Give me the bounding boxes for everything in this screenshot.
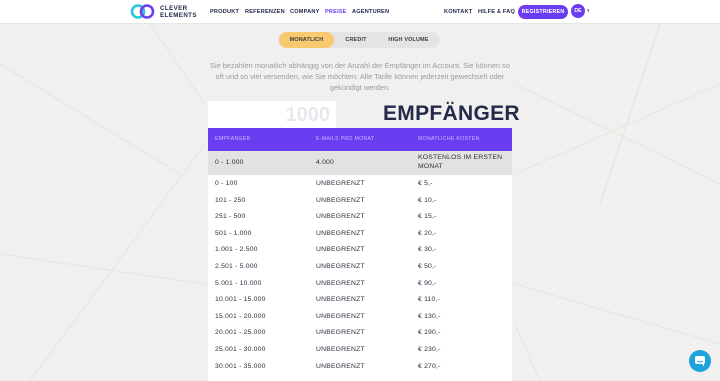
table-row: 501 - 1.000 UNBEGRENZT € 20,- bbox=[208, 225, 512, 242]
table-cell: UNBEGRENZT bbox=[316, 362, 365, 370]
table-cell: 1.001 - 2.500 bbox=[215, 246, 258, 254]
table-cell: € 110,- bbox=[418, 296, 441, 304]
logo-line-2: ELEMENTS bbox=[160, 11, 197, 19]
table-cell: € 270,- bbox=[418, 362, 441, 370]
recipient-count-input[interactable]: 1000 bbox=[208, 101, 336, 129]
nav-preise[interactable]: PREISE bbox=[325, 9, 347, 15]
table-cell: 2.501 - 5.000 bbox=[215, 262, 258, 270]
language-button[interactable]: DE bbox=[571, 4, 585, 18]
table-row: 0 - 100 UNBEGRENZT € 5,- bbox=[208, 175, 512, 192]
nav-kontakt[interactable]: KONTAKT bbox=[444, 9, 472, 15]
table-row: 20.001 - 25.000 UNBEGRENZT € 190,- bbox=[208, 324, 512, 341]
table-cell: 251 - 500 bbox=[215, 213, 246, 221]
top-navbar: CLEVER ELEMENTS PRODUKT REFERENZEN COMPA… bbox=[0, 0, 720, 24]
table-cell: € 190,- bbox=[418, 329, 441, 337]
table-cell: 10.001 - 15.000 bbox=[215, 296, 266, 304]
table-row: 251 - 500 UNBEGRENZT € 15,- bbox=[208, 208, 512, 225]
table-cell: € 5,- bbox=[418, 180, 433, 187]
tab-monatlich[interactable]: MONATLICH bbox=[279, 32, 334, 48]
register-button[interactable]: REGISTRIEREN bbox=[518, 5, 568, 19]
table-cell: 5.001 - 10.000 bbox=[215, 279, 262, 287]
nav-agenturen[interactable]: AGENTUREN bbox=[352, 9, 389, 15]
header-kosten: MONATLICHE KOSTEN bbox=[418, 136, 480, 142]
table-cell: UNBEGRENZT bbox=[316, 345, 365, 353]
chat-icon bbox=[695, 356, 705, 367]
table-cell: UNBEGRENZT bbox=[316, 329, 365, 337]
table-row: 2.501 - 5.000 UNBEGRENZT € 50,- bbox=[208, 258, 512, 275]
table-row: 101 - 250 UNBEGRENZT € 10,- bbox=[208, 192, 512, 209]
nav-hilfe-faq[interactable]: HILFE & FAQ bbox=[478, 9, 515, 15]
logo[interactable]: CLEVER ELEMENTS bbox=[130, 3, 197, 20]
tab-high-volume[interactable]: HIGH VOLUME bbox=[378, 32, 439, 48]
recipient-label: EMPFÄNGER bbox=[383, 102, 520, 125]
table-cell: € 20,- bbox=[418, 229, 437, 237]
table-cell: UNBEGRENZT bbox=[316, 279, 365, 287]
table-header: EMPFÄNGER E-MAILS PRO MONAT MONATLICHE K… bbox=[208, 128, 512, 151]
table-cell: € 15,- bbox=[418, 213, 437, 221]
nav-produkt[interactable]: PRODUKT bbox=[210, 9, 239, 15]
tab-credit[interactable]: CREDIT bbox=[334, 32, 378, 48]
table-cell: € 30,- bbox=[418, 246, 437, 254]
table-cell: UNBEGRENZT bbox=[316, 213, 365, 221]
table-cell: 4.000 bbox=[316, 159, 335, 166]
pricing-table: EMPFÄNGER E-MAILS PRO MONAT MONATLICHE K… bbox=[208, 128, 512, 381]
table-cell: KOSTENLOS IM ERSTEN MONAT bbox=[418, 154, 503, 170]
intro-text: Sie bezahlen monatlich abhängig von der … bbox=[210, 61, 510, 92]
table-cell: € 10,- bbox=[418, 196, 437, 204]
table-row: 1.001 - 2.500 UNBEGRENZT € 30,- bbox=[208, 241, 512, 258]
nav-company[interactable]: COMPANY bbox=[290, 9, 320, 15]
table-cell: 101 - 250 bbox=[215, 196, 246, 204]
table-cell: UNBEGRENZT bbox=[316, 229, 365, 237]
table-cell: € 230,- bbox=[418, 345, 441, 353]
table-cell: 15.001 - 20.000 bbox=[215, 312, 266, 320]
table-cell: UNBEGRENZT bbox=[316, 246, 365, 254]
table-row: 25.001 - 30.000 UNBEGRENZT € 230,- bbox=[208, 341, 512, 358]
table-cell: € 90,- bbox=[418, 279, 437, 287]
table-cell: UNBEGRENZT bbox=[316, 296, 365, 304]
clever-elements-logo-icon bbox=[130, 4, 155, 19]
chat-button[interactable] bbox=[689, 350, 711, 372]
pricing-mode-toggle: MONATLICH CREDIT HIGH VOLUME bbox=[278, 32, 440, 48]
nav-referenzen[interactable]: REFERENZEN bbox=[245, 9, 285, 15]
table-row: 15.001 - 20.000 UNBEGRENZT € 130,- bbox=[208, 308, 512, 325]
header-empfaenger: EMPFÄNGER bbox=[215, 136, 251, 142]
table-cell: 0 - 1.000 bbox=[215, 159, 244, 166]
table-cell: 501 - 1.000 bbox=[215, 229, 252, 237]
table-cell: € 50,- bbox=[418, 262, 437, 270]
table-cell: 20.001 - 25.000 bbox=[215, 329, 266, 337]
table-cell: UNBEGRENZT bbox=[316, 180, 365, 187]
table-cell: UNBEGRENZT bbox=[316, 312, 365, 320]
chevron-down-icon[interactable]: ▾ bbox=[587, 8, 590, 14]
table-cell: UNBEGRENZT bbox=[316, 196, 365, 204]
table-row: 10.001 - 15.000 UNBEGRENZT € 110,- bbox=[208, 291, 512, 308]
table-row: 30.001 - 35.000 UNBEGRENZT € 270,- bbox=[208, 358, 512, 375]
table-cell: 0 - 100 bbox=[215, 180, 238, 187]
table-cell: 25.001 - 30.000 bbox=[215, 345, 266, 353]
table-cell: UNBEGRENZT bbox=[316, 262, 365, 270]
table-row-highlight: 0 - 1.000 4.000 KOSTENLOS IM ERSTEN MONAT bbox=[208, 151, 512, 175]
table-cell: 30.001 - 35.000 bbox=[215, 362, 266, 370]
header-emails: E-MAILS PRO MONAT bbox=[316, 136, 375, 142]
table-row: 5.001 - 10.000 UNBEGRENZT € 90,- bbox=[208, 275, 512, 292]
logo-line-1: CLEVER bbox=[160, 4, 188, 12]
table-cell: € 130,- bbox=[418, 312, 441, 320]
